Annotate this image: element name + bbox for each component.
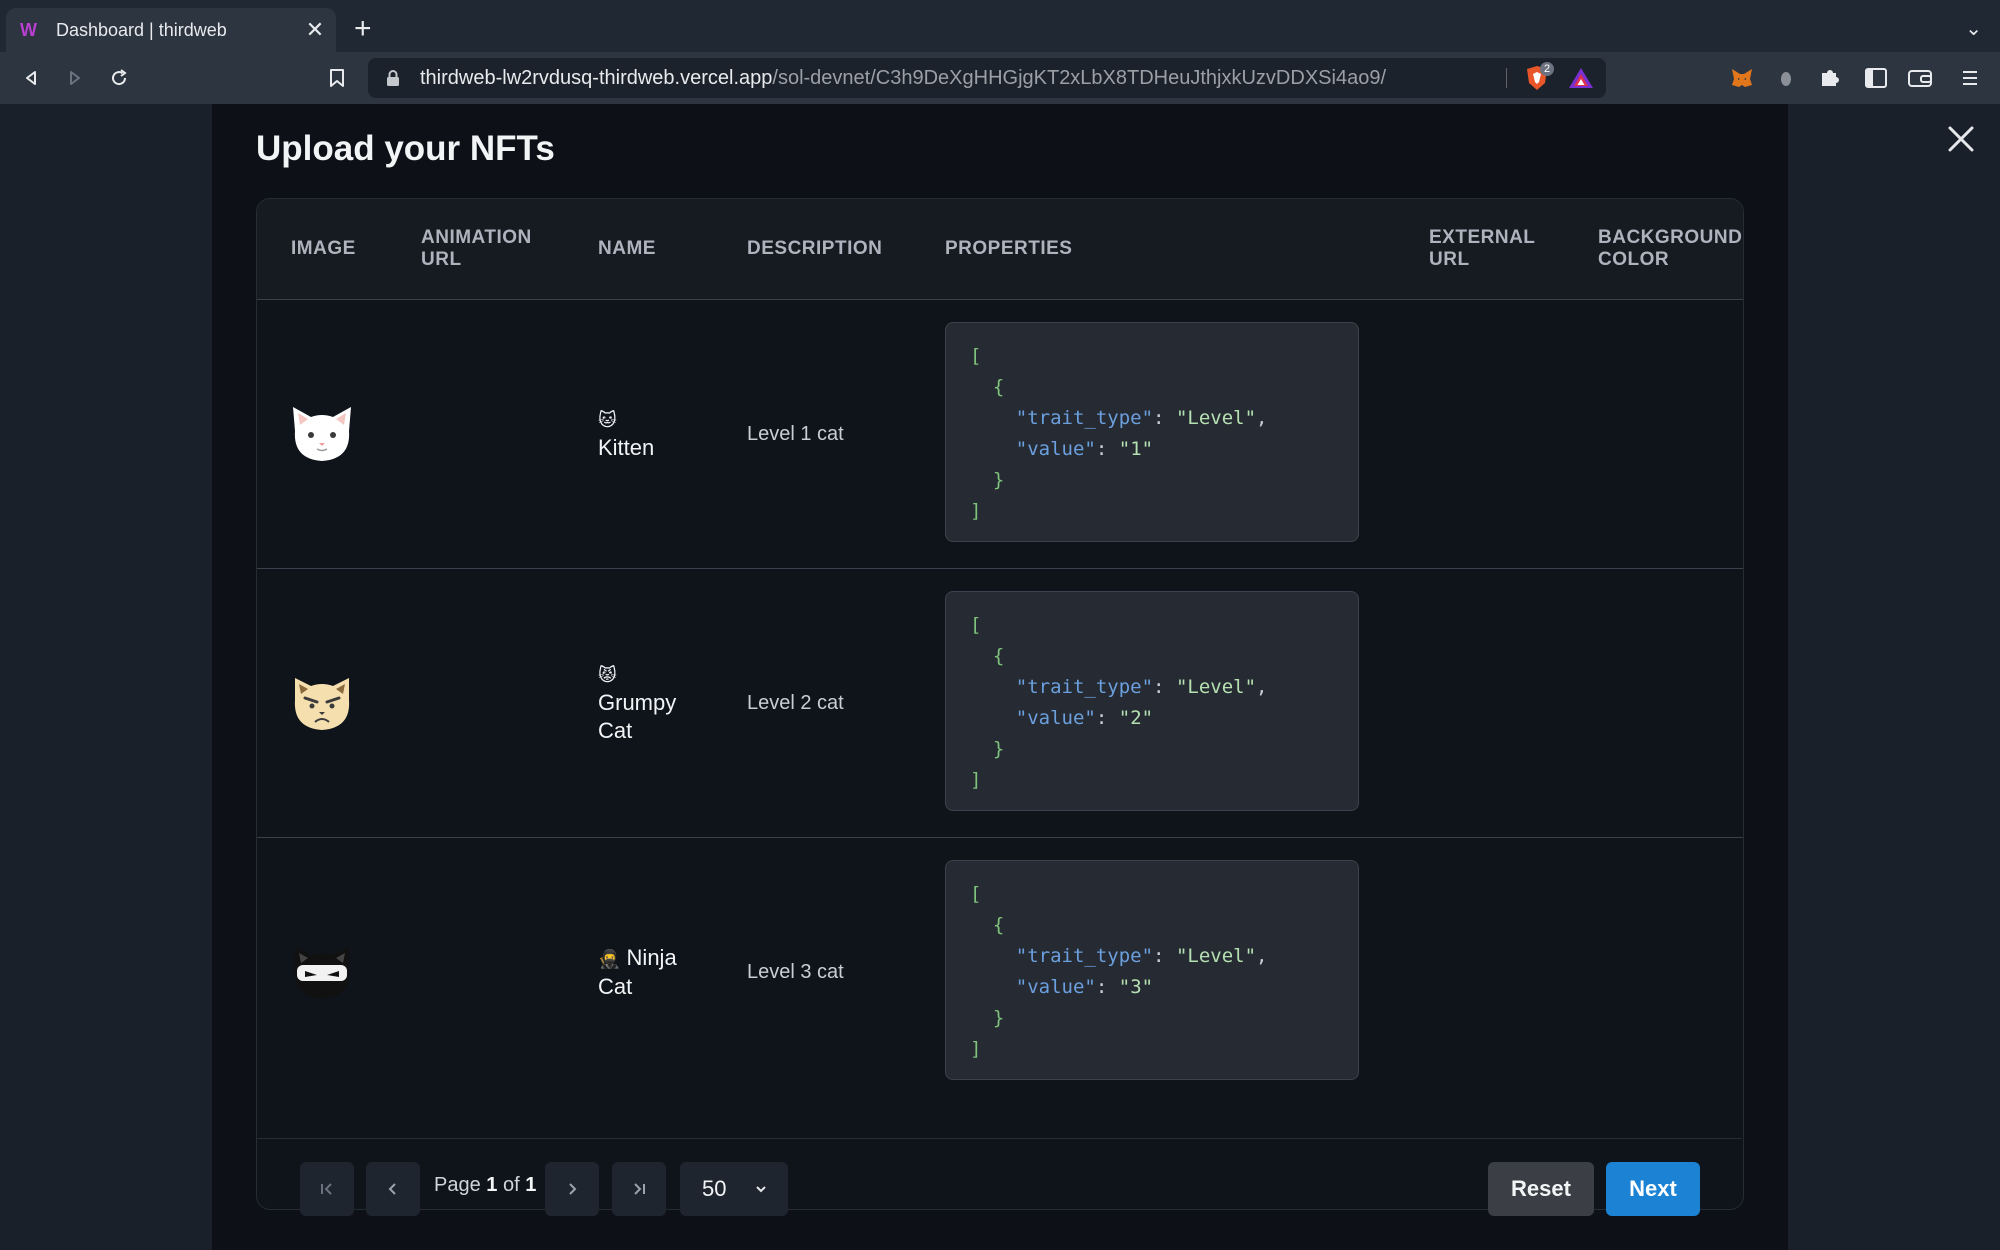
brave-rewards-icon[interactable] [1568, 66, 1594, 90]
column-header-animation-url: ANIMATION URL [421, 227, 532, 270]
page-size-value: 50 [702, 1176, 727, 1201]
page-backdrop: Upload your NFTs IMAGE ANIMATION URL NAM… [0, 104, 2000, 1250]
name-cell: 🐱 Kitten [598, 300, 708, 568]
tab-close-icon[interactable]: ✕ [300, 17, 330, 43]
image-cell [289, 300, 355, 568]
forward-icon[interactable] [60, 63, 90, 93]
tab-list-chevron-icon[interactable]: ⌄ [1965, 16, 1982, 41]
tab-title: Dashboard | thirdweb [56, 19, 227, 40]
lock-icon [387, 70, 399, 86]
page-size-select[interactable]: 50 [680, 1162, 788, 1216]
name-emoji: 🥷 [598, 948, 621, 969]
next-button[interactable]: Next [1606, 1162, 1700, 1216]
image-cell [289, 838, 355, 1106]
nfts-table: IMAGE ANIMATION URL NAME DESCRIPTION PRO… [256, 198, 1744, 1210]
wallet-icon[interactable] [1906, 64, 1934, 92]
white-kitten-image [293, 407, 351, 461]
browser-menu-icon[interactable] [1956, 64, 1984, 92]
first-page-button[interactable] [300, 1162, 354, 1216]
bookmark-icon[interactable] [322, 63, 352, 93]
modal-title: Upload your NFTs [256, 129, 555, 168]
browser-toolbar: thirdweb-lw2rvdusq-thirdweb.vercel.app/s… [0, 52, 2000, 104]
browser-tab-bar: W Dashboard | thirdweb ✕ + ⌄ [0, 0, 2000, 52]
description-cell: Level 2 cat [747, 691, 844, 714]
address-bar-divider [1506, 68, 1507, 88]
column-header-background-color: BACKGROUND COLOR [1598, 227, 1743, 270]
properties-json: [ { "trait_type": "Level", "value": "2" … [945, 591, 1359, 811]
back-icon[interactable] [16, 63, 46, 93]
column-header-name: NAME [598, 238, 656, 259]
description-cell: Level 3 cat [747, 960, 844, 983]
column-header-external-url: EXTERNAL URL [1429, 227, 1536, 270]
extensions-puzzle-icon[interactable] [1816, 64, 1844, 92]
nft-name: Kitten [598, 435, 655, 460]
previous-page-button[interactable] [366, 1162, 420, 1216]
ninja-cat-image [294, 947, 350, 999]
browser-tab[interactable]: W Dashboard | thirdweb ✕ [6, 8, 336, 52]
metamask-fox-icon[interactable] [1728, 64, 1756, 92]
extension-dot-icon[interactable] [1772, 64, 1800, 92]
footer-divider [256, 1138, 1742, 1139]
column-header-description: DESCRIPTION [747, 238, 883, 259]
chevron-down-icon [756, 1186, 766, 1193]
url-text: thirdweb-lw2rvdusq-thirdweb.vercel.app/s… [420, 66, 1386, 89]
close-icon[interactable] [1946, 124, 1976, 154]
name-cell: 🥷 Ninja Cat [598, 838, 708, 1106]
table-row: 🐱 Kitten Level 1 cat [ { "trait_type": "… [257, 300, 1743, 569]
reset-button[interactable]: Reset [1488, 1162, 1594, 1216]
nft-name: Grumpy Cat [598, 690, 677, 743]
name-cell: 😾 Grumpy Cat [598, 569, 708, 837]
page-indicator: Page 1 of 1 [434, 1174, 537, 1196]
first-page-icon [321, 1183, 332, 1195]
column-header-image: IMAGE [291, 238, 356, 259]
description-cell: Level 1 cat [747, 422, 844, 445]
last-page-button[interactable] [612, 1162, 666, 1216]
thirdweb-favicon-icon: W [20, 20, 37, 40]
sidebar-toggle-icon[interactable] [1862, 64, 1890, 92]
next-page-button[interactable] [545, 1162, 599, 1216]
column-header-properties: PROPERTIES [945, 238, 1073, 259]
properties-json: [ { "trait_type": "Level", "value": "3" … [945, 860, 1359, 1080]
new-tab-icon[interactable]: + [354, 12, 372, 46]
reload-icon[interactable] [104, 63, 134, 93]
table-row: 😾 Grumpy Cat Level 2 cat [ { "trait_type… [257, 569, 1743, 838]
table-row: 🥷 Ninja Cat Level 3 cat [ { "trait_type"… [257, 838, 1743, 1106]
chevron-right-icon [569, 1183, 577, 1195]
chevron-left-icon [388, 1183, 396, 1195]
properties-json: [ { "trait_type": "Level", "value": "1" … [945, 322, 1359, 542]
last-page-icon [634, 1183, 645, 1195]
image-cell [289, 569, 355, 837]
grumpy-cat-image [294, 678, 350, 730]
address-bar[interactable]: thirdweb-lw2rvdusq-thirdweb.vercel.app/s… [368, 58, 1606, 98]
table-header: IMAGE ANIMATION URL NAME DESCRIPTION PRO… [257, 199, 1743, 300]
shields-count-badge: 2 [1540, 62, 1555, 76]
name-emoji: 🐱 [598, 410, 617, 430]
name-emoji: 😾 [598, 665, 617, 685]
